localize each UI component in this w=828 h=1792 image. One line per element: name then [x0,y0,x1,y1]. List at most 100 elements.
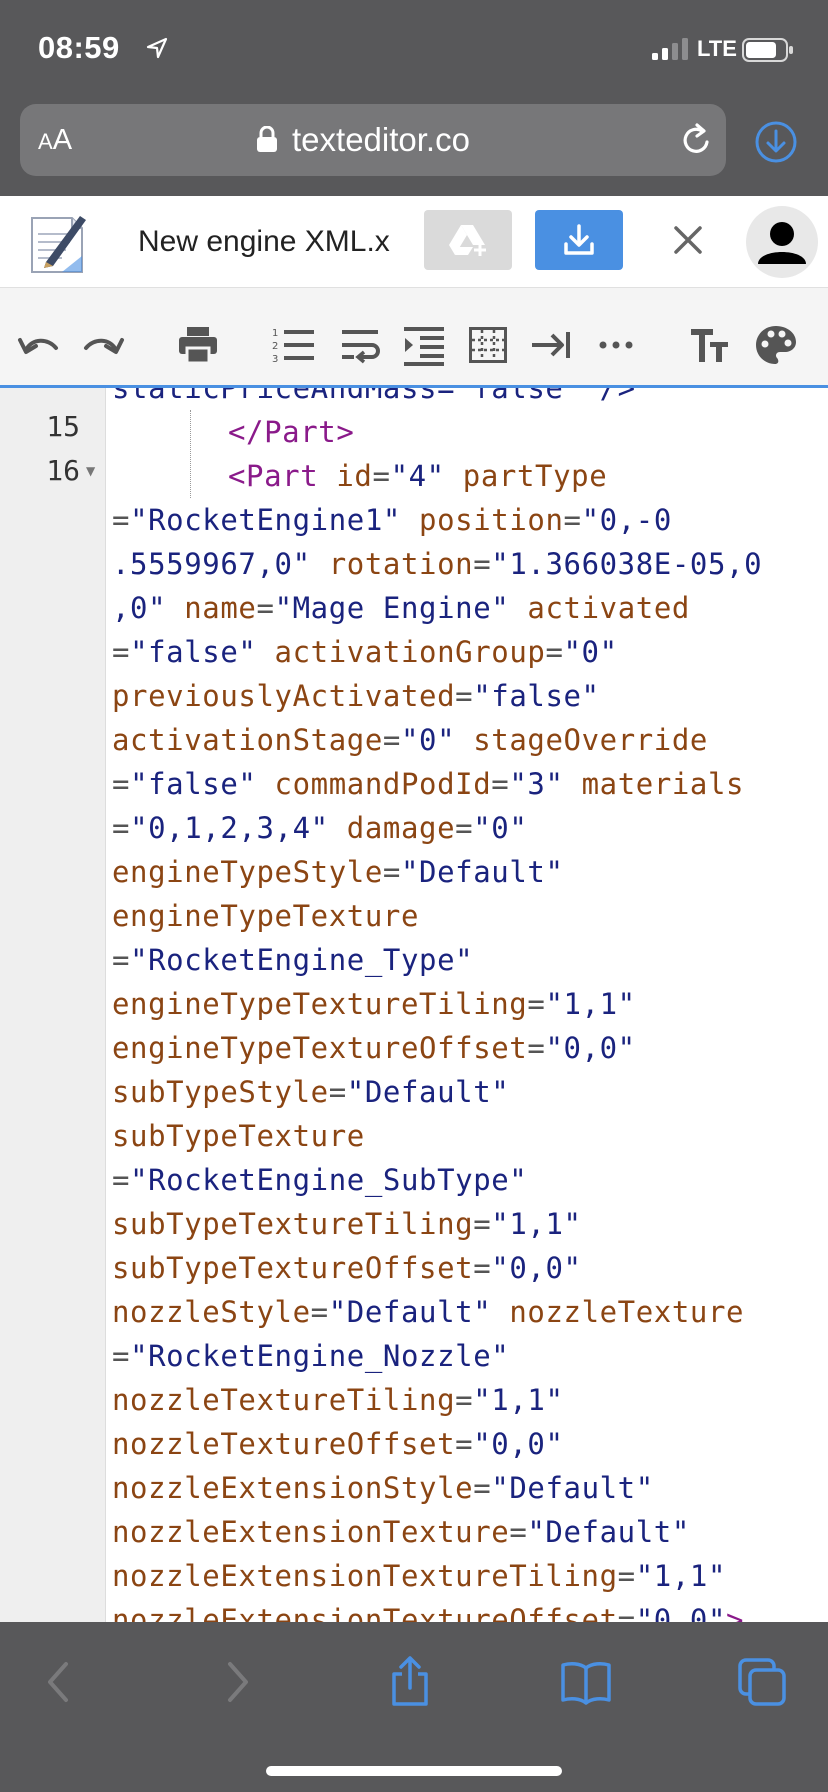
save-to-drive-button[interactable] [424,210,512,270]
font-size-icon[interactable] [688,324,732,366]
code-line: ="RocketEngine_SubType" [112,1158,527,1202]
code-token: "0,0" [635,1603,727,1622]
code-token: engineTypeTextureOffset [112,1031,528,1065]
theme-palette-icon[interactable] [754,324,798,366]
code-token: "0,0" [473,1427,564,1461]
undo-icon[interactable] [16,324,60,366]
code-token: <Part [228,459,319,493]
code-token: = [473,547,492,581]
code-token: stageOverride [455,723,708,757]
text-size-small-label: A [38,129,53,154]
code-token: activationGroup [256,635,546,669]
code-token: nozzleExtensionTextureTiling [112,1559,618,1593]
code-token: "Default" [527,1515,690,1549]
code-token: "1,1" [473,1383,564,1417]
code-token: = [112,503,131,537]
back-icon[interactable] [34,1656,86,1708]
network-type: LTE [697,36,737,61]
redo-icon[interactable] [82,324,126,366]
code-token: activationStage [112,723,383,757]
more-icon[interactable] [594,324,638,366]
code-token: subTypeTextureTiling [112,1207,474,1241]
code-line: ,0" name="Mage Engine" activated [112,586,690,630]
share-icon[interactable] [384,1656,436,1708]
code-token: "Default" [346,1075,510,1109]
code-token: subTypeStyle [112,1075,329,1109]
code-token: "RocketEngine_Type" [130,943,474,977]
home-indicator [266,1766,562,1776]
code-token: "false" [130,635,257,669]
code-token: = [527,1031,546,1065]
code-token: commandPodId [256,767,492,801]
app-header: New engine XML.x [0,196,828,288]
code-line: subTypeTextureOffset="0,0" [112,1246,582,1290]
tabs-icon[interactable] [736,1656,788,1708]
reload-icon[interactable] [678,122,714,158]
code-line: subTypeTexture [112,1114,365,1158]
code-token: damage [328,811,456,845]
code-token: activated [509,591,690,625]
code-token: = [473,1207,492,1241]
code-line: subTypeStyle="Default" [112,1070,509,1114]
line-numbers-icon[interactable]: 1 2 3 [272,324,316,366]
download-button[interactable] [535,210,623,270]
code-token: nozzleTextureTiling [112,1383,456,1417]
code-token: = [527,987,546,1021]
code-token: = [310,1295,329,1329]
text-size-large-label: A [52,124,73,156]
code-token: "Default" [400,855,564,889]
browser-bottom-bar [0,1622,828,1792]
code-token: = [382,723,401,757]
indent-icon[interactable] [402,324,446,366]
code-line: nozzleStyle="Default" nozzleTexture [112,1290,744,1334]
code-token: = [617,1603,636,1622]
code-token: previouslyActivated [112,679,456,713]
code-token: = [112,811,131,845]
user-avatar[interactable] [746,206,818,278]
code-token: nozzleStyle [112,1295,311,1329]
code-line: ="RocketEngine1" position="0,-0 [112,498,672,542]
code-token: = [545,635,564,669]
code-token: engineTypeTexture [112,899,420,933]
document-title[interactable]: New engine XML.x [138,222,390,262]
code-token: = [509,1515,528,1549]
code-token: engineTypeTextureTiling [112,987,528,1021]
downloads-icon[interactable] [754,120,798,164]
print-icon[interactable] [176,324,220,366]
close-icon[interactable] [668,216,708,264]
code-token: "RocketEngine_Nozzle" [130,1339,510,1373]
code-token: > [726,1603,745,1622]
code-token: "1,1" [545,987,636,1021]
code-token: subTypeTextureOffset [112,1251,474,1285]
code-token: = [382,855,401,889]
address-bar[interactable]: AA texteditor.co [20,104,726,176]
code-token: "4" [390,459,445,493]
code-token: nozzleTexture [491,1295,745,1329]
line-number: 15 [46,410,80,443]
bookmarks-icon[interactable] [560,1656,612,1708]
code-line: </Part> [228,410,354,454]
text-size-button[interactable]: AA [38,120,86,160]
code-token: .5559967,0" [112,547,311,581]
code-editor[interactable]: 15 16 ▼ staticPriceAndMass="false" /> </P… [0,388,828,1622]
code-line: subTypeTextureTiling="1,1" [112,1202,582,1246]
lock-icon [257,126,277,152]
editor-toolbar: 1 2 3 [0,300,828,388]
code-token: "3" [509,767,564,801]
header-divider [0,288,828,300]
code-line: ="false" activationGroup="0" [112,630,618,674]
code-token: rotation [310,547,474,581]
code-token: "0" [563,635,618,669]
url-text[interactable]: texteditor.co [292,120,470,160]
forward-icon[interactable] [210,1656,262,1708]
word-wrap-icon[interactable] [338,324,382,366]
fold-arrow-icon[interactable]: ▼ [86,464,95,478]
code-token: = [491,767,510,801]
grid-icon[interactable] [466,324,510,366]
tab-icon[interactable] [530,324,574,366]
code-token: "0,0" [545,1031,636,1065]
code-line: nozzleExtensionStyle="Default" [112,1466,654,1510]
code-token: = [617,1559,636,1593]
status-time: 08:59 [38,30,120,65]
code-token: "0" [400,723,456,757]
